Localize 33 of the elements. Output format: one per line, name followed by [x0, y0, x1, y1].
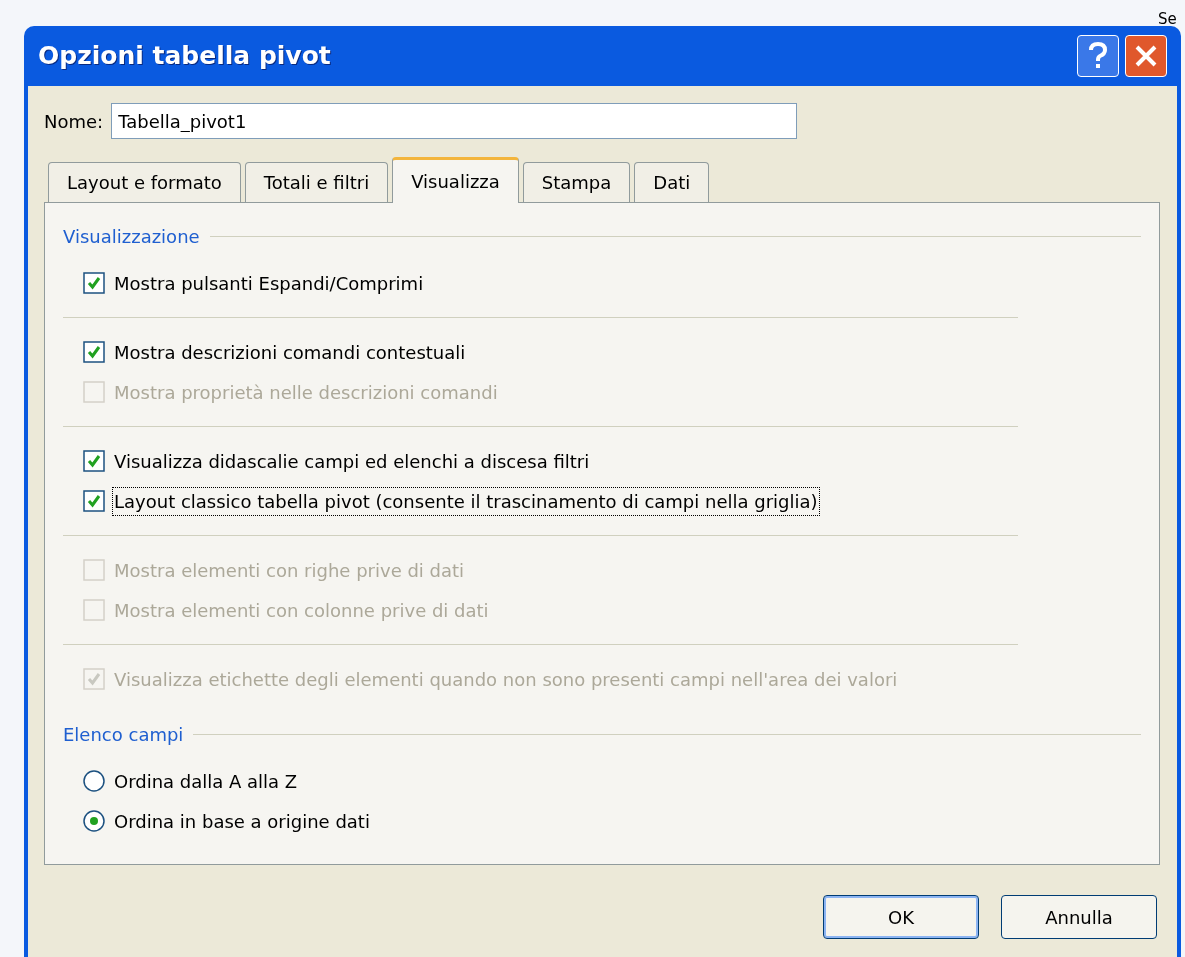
close-icon	[1134, 44, 1158, 68]
radio-label: Ordina dalla A alla Z	[113, 769, 299, 794]
section-heading: Visualizzazione	[63, 224, 200, 249]
tab[interactable]: Visualizza	[392, 157, 519, 203]
tab[interactable]: Dati	[634, 162, 710, 202]
tab[interactable]: Totali e filtri	[244, 162, 389, 202]
help-button[interactable]	[1077, 35, 1119, 77]
checkbox[interactable]	[83, 341, 105, 363]
tab[interactable]: Stampa	[522, 162, 631, 202]
checkbox-label: Mostra elementi con colonne prive di dati	[113, 598, 490, 623]
help-icon	[1088, 42, 1108, 70]
close-button[interactable]	[1125, 35, 1167, 77]
name-label: Nome:	[44, 109, 104, 134]
radio-button[interactable]	[83, 770, 105, 792]
name-field[interactable]: Tabella_pivot1	[111, 103, 798, 139]
checkbox-label: Mostra elementi con righe prive di dati	[113, 558, 466, 583]
column-header-text: Se	[1158, 9, 1177, 30]
checkbox-label: Visualizza etichette degli elementi quando non sono presenti campi nell'area dei valori	[113, 667, 899, 692]
checkbox[interactable]	[83, 272, 105, 294]
checkbox-label: Layout classico tabella pivot (consente il trascinamento di campi nella griglia)	[113, 487, 819, 515]
checkbox-label: Mostra descrizioni comandi contestuali	[113, 340, 467, 365]
section-heading: Elenco campi	[63, 722, 184, 747]
dialog-button[interactable]: Annulla	[1001, 895, 1157, 939]
checkbox-label: Visualizza didascalie campi ed elenchi a discesa filtri	[113, 449, 591, 474]
checkbox-label: Mostra pulsanti Espandi/Comprimi	[113, 271, 425, 296]
radio-button[interactable]	[83, 810, 105, 832]
tab[interactable]: Layout e formato	[48, 162, 241, 202]
dialog-button[interactable]: OK	[823, 895, 979, 939]
checkbox[interactable]	[83, 450, 105, 472]
checkbox[interactable]	[83, 490, 105, 512]
checkbox-label: Mostra proprietà nelle descrizioni comandi	[113, 380, 499, 405]
window-title: Opzioni tabella pivot	[38, 40, 331, 73]
radio-label: Ordina in base a origine dati	[113, 809, 371, 834]
